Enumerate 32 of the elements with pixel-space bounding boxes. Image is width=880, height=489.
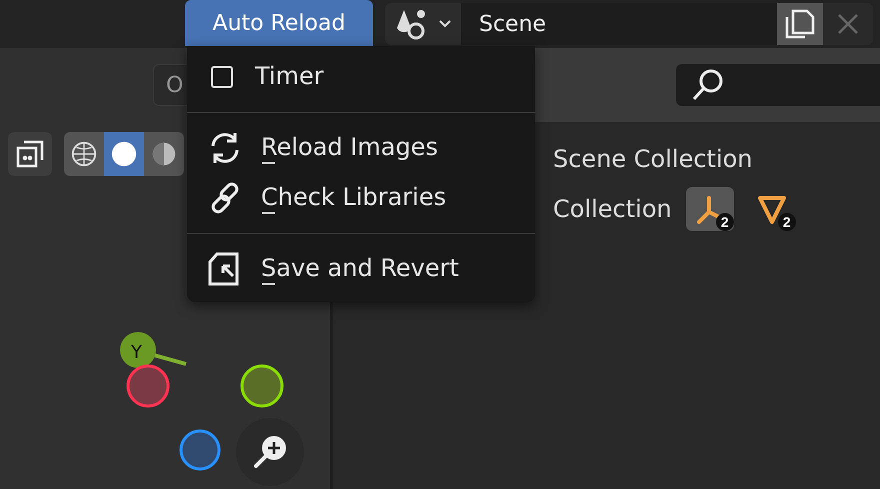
- solid-sphere-icon: [112, 142, 136, 166]
- shading-button[interactable]: [104, 132, 144, 176]
- axis-label: Y: [131, 342, 142, 363]
- caret-icon: [439, 20, 451, 28]
- xray-icon: [16, 140, 44, 168]
- scene-name-field[interactable]: Scene: [461, 3, 777, 45]
- object-badge[interactable]: 2: [686, 187, 734, 231]
- zoom-in-icon: [254, 436, 286, 468]
- axis-handle[interactable]: [180, 430, 220, 470]
- material-sphere-icon: [152, 142, 176, 166]
- close-button[interactable]: [823, 3, 873, 45]
- scene-selector-button[interactable]: [385, 3, 461, 45]
- axis-handle[interactable]: [120, 332, 156, 368]
- outliner-item[interactable]: Collection: [553, 195, 672, 223]
- menu-item[interactable]: Reload Images: [187, 123, 535, 173]
- toggle-xray-button[interactable]: [8, 132, 52, 176]
- axis-handle[interactable]: [126, 364, 170, 408]
- auto-reload-button[interactable]: Auto Reload: [185, 0, 373, 46]
- copy-icon: [786, 10, 814, 38]
- wireframe-sphere-icon: [72, 142, 96, 166]
- menu-item[interactable]: Check Libraries: [187, 173, 535, 223]
- close-icon: [838, 14, 858, 34]
- object-badge[interactable]: 2: [748, 187, 796, 231]
- outliner-item[interactable]: Scene Collection: [553, 145, 753, 173]
- menu-item[interactable]: Save and Revert: [187, 244, 535, 294]
- shading-button[interactable]: [144, 132, 184, 176]
- search-icon: [692, 70, 722, 100]
- search-field[interactable]: [676, 64, 880, 106]
- axis-handle[interactable]: [240, 364, 284, 408]
- duplicate-button[interactable]: [777, 3, 823, 45]
- scene-icon: [397, 10, 425, 40]
- shading-button[interactable]: [64, 132, 104, 176]
